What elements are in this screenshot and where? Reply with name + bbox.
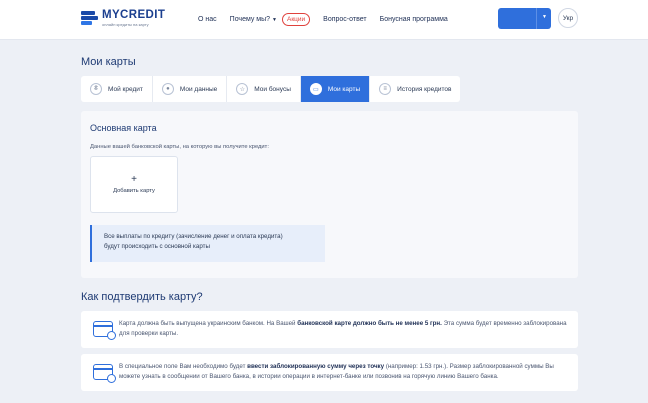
tab-my-cards[interactable]: ▭ Мои карты bbox=[300, 76, 371, 102]
nav-why-us[interactable]: Почему мы? ▼ bbox=[230, 16, 277, 23]
main-nav: О нас Почему мы? ▼ Акции Вопрос-ответ Бо… bbox=[198, 13, 461, 26]
logo-mark-icon bbox=[81, 11, 98, 25]
tab-label: Мои бонусы bbox=[254, 85, 291, 93]
main-card-note: Все выплаты по кредиту (зачисление денег… bbox=[90, 225, 325, 262]
verify-highlight: ввести заблокированную сумму через точку bbox=[247, 363, 385, 370]
cabinet-tabs: ₴ Мой кредит ● Мои данные ☆ Мои бонусы ▭… bbox=[81, 76, 461, 102]
verify-info-text: Карта должна быть выпущена украинским ба… bbox=[119, 320, 567, 337]
wallet-icon: ₴ bbox=[90, 83, 102, 95]
nav-why-us-label: Почему мы? bbox=[229, 16, 271, 23]
nav-faq[interactable]: Вопрос-ответ bbox=[323, 16, 366, 23]
button-divider bbox=[536, 8, 537, 29]
add-card-button[interactable]: + Добавить карту bbox=[90, 156, 178, 213]
chevron-down-icon: ▼ bbox=[542, 14, 547, 20]
plus-icon: + bbox=[131, 174, 137, 185]
tab-label: Мои карты bbox=[327, 85, 361, 93]
nav-about[interactable]: О нас bbox=[198, 16, 217, 23]
verify-info-item: Карта должна быть выпущена украинским ба… bbox=[81, 311, 578, 348]
main-card-subtitle: Данные вашей банковской карты, на котору… bbox=[90, 144, 269, 150]
page-title: Мои карты bbox=[81, 56, 136, 68]
note-line-2: будут происходить с основной карты bbox=[104, 243, 210, 250]
verify-info-item: В специальное поле Вам необходимо будет … bbox=[81, 354, 578, 391]
user-icon: ● bbox=[161, 83, 174, 95]
tab-label: Мой кредит bbox=[108, 85, 143, 93]
tab-credit-history[interactable]: ≡ История кредитов bbox=[370, 76, 460, 102]
verify-heading: Как подтвердить карту? bbox=[81, 291, 203, 303]
logo-tagline: онлайн кредиты на карту bbox=[102, 22, 149, 27]
card-icon: ▭ bbox=[309, 83, 322, 95]
verify-highlight: банковской карте должно быть не менее 5 … bbox=[297, 320, 442, 327]
card-lock-icon bbox=[93, 364, 116, 383]
logo-name: MYCREDIT bbox=[102, 9, 166, 21]
tab-label: Мои данные bbox=[179, 85, 218, 93]
list-icon: ≡ bbox=[379, 83, 392, 95]
tab-my-data[interactable]: ● Мои данные bbox=[153, 76, 228, 102]
verify-info-text: В специальное поле Вам необходимо будет … bbox=[119, 363, 554, 380]
card-coin-icon bbox=[93, 321, 116, 340]
tab-my-bonuses[interactable]: ☆ Мои бонусы bbox=[227, 76, 301, 102]
nav-bonus-program[interactable]: Бонусная программа bbox=[380, 16, 448, 23]
chevron-down-icon: ▼ bbox=[272, 16, 277, 23]
tab-label: История кредитов bbox=[397, 85, 452, 93]
star-icon: ☆ bbox=[236, 83, 249, 95]
logo[interactable]: MYCREDIT онлайн кредиты на карту bbox=[81, 9, 165, 28]
note-line-1: Все выплаты по кредиту (зачисление денег… bbox=[104, 233, 283, 240]
account-menu-button[interactable]: ▼ bbox=[498, 8, 551, 29]
site-header: MYCREDIT онлайн кредиты на карту О нас П… bbox=[0, 0, 648, 40]
tab-my-credit[interactable]: ₴ Мой кредит bbox=[81, 76, 153, 102]
main-card-panel: Основная карта Данные вашей банковской к… bbox=[81, 111, 578, 278]
language-switch[interactable]: Укр bbox=[558, 8, 578, 28]
main-card-title: Основная карта bbox=[90, 123, 157, 133]
add-card-label: Добавить карту bbox=[113, 188, 155, 194]
nav-promo-badge[interactable]: Акции bbox=[282, 13, 311, 26]
